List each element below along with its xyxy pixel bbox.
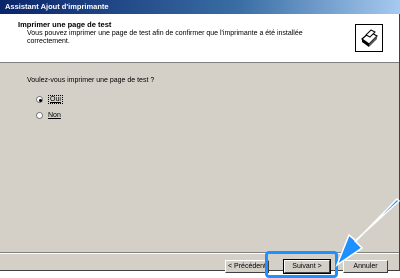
radio-button-non[interactable] [36,111,43,119]
window-title: Assistant Ajout d'imprimante [5,2,109,11]
title-bar[interactable]: Assistant Ajout d'imprimante [0,0,400,14]
printer-icon [355,24,383,52]
radio-option-oui[interactable]: Oui [36,94,63,104]
next-button-highlight [265,251,338,278]
arrow-icon [335,197,400,267]
page-heading: Imprimer une page de test [18,20,112,29]
back-button[interactable]: < Précédent [225,260,269,273]
radio-label-non: Non [48,111,61,119]
page-description: Vous pouvez imprimer une page de test af… [27,30,303,45]
radio-option-non[interactable]: Non [36,110,61,120]
wizard-header: Imprimer une page de test Vous pouvez im… [0,14,399,63]
radio-label-oui: Oui [48,94,63,104]
test-page-question: Voulez-vous imprimer une page de test ? [27,77,155,84]
radio-button-oui[interactable] [36,95,43,103]
